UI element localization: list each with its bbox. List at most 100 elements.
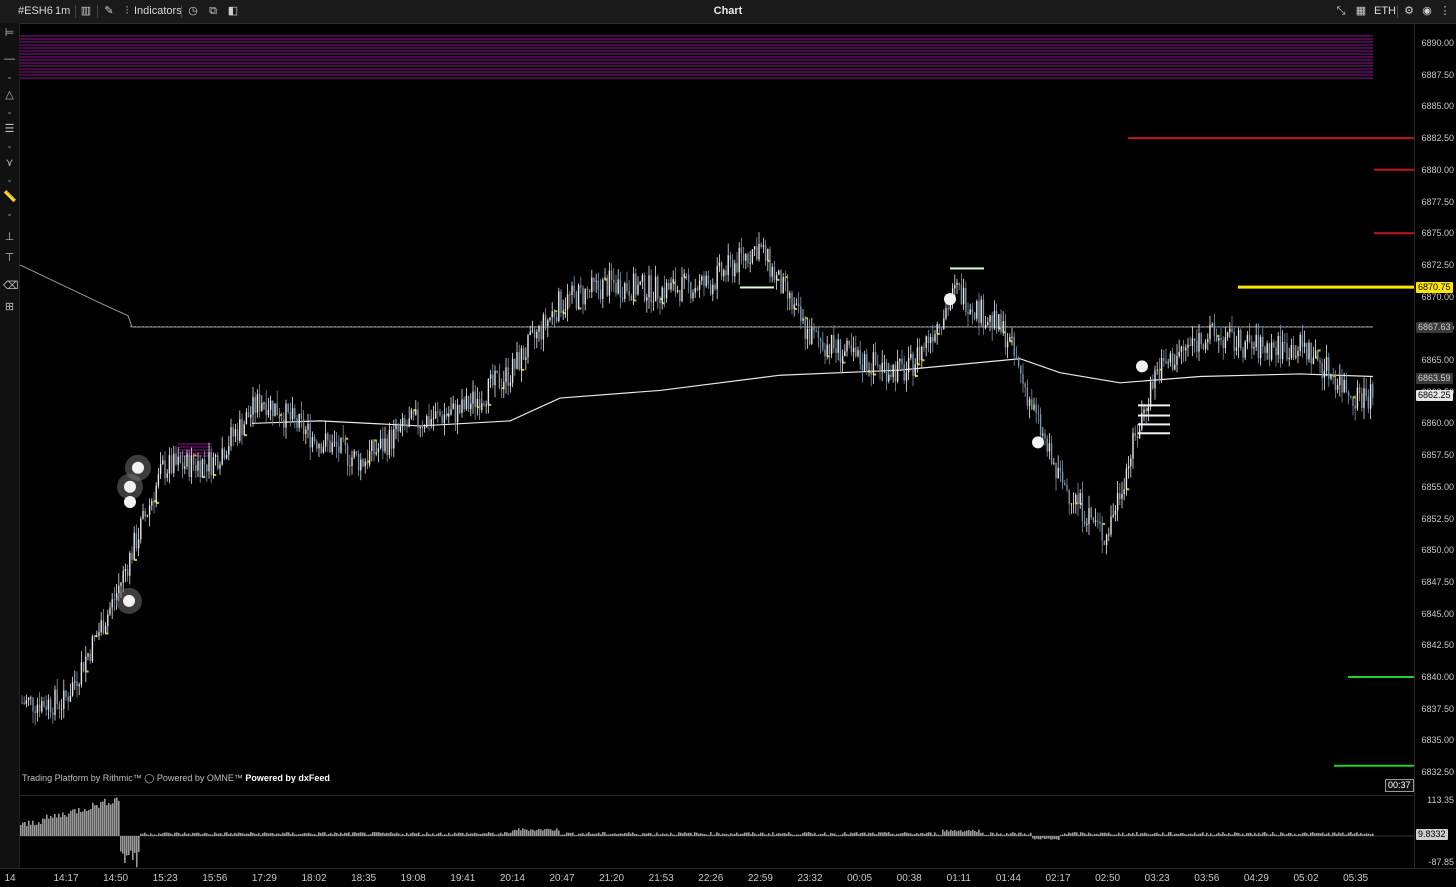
- chevron-down-icon[interactable]: ⌄: [3, 207, 16, 220]
- volume-bar: [122, 836, 124, 854]
- price-tick-label: 6887.50: [1421, 69, 1454, 80]
- volume-bar: [954, 830, 956, 836]
- candle-body: [1347, 392, 1350, 397]
- eraser-tool-icon[interactable]: ⌫: [3, 280, 19, 293]
- camera-icon[interactable]: ◉: [1421, 5, 1433, 17]
- candle-body: [575, 291, 578, 309]
- volume-bar: [670, 832, 672, 836]
- price-tag: 6862.25: [1416, 389, 1453, 401]
- time-axis[interactable]: 14 14:17 14:50 15:23 15:56 17:29 18:02 18:35 19:…: [0, 868, 1456, 887]
- volume-bar: [808, 832, 810, 836]
- object-tree-icon[interactable]: ⊞: [3, 301, 16, 314]
- candle-body: [789, 292, 791, 299]
- candle-body: [137, 539, 140, 549]
- candle-body: [1090, 507, 1092, 518]
- candle-body: [1022, 373, 1024, 384]
- short-position-icon[interactable]: ⊤: [3, 252, 16, 265]
- volume-bar: [974, 830, 976, 836]
- candle-body: [859, 350, 861, 365]
- volume-bar: [296, 834, 298, 836]
- settings-icon[interactable]: ⚙: [1403, 5, 1415, 17]
- volume-bar: [202, 833, 204, 836]
- omne-logo-icon: ◯: [144, 773, 155, 783]
- candle-body: [456, 404, 459, 423]
- volume-axis[interactable]: 113.35 9.8332 -87.85: [1414, 795, 1456, 868]
- more-icon[interactable]: ⋮: [1439, 5, 1451, 17]
- candle-body: [923, 346, 925, 348]
- candle-body: [1354, 405, 1356, 409]
- volume-bar: [1040, 836, 1042, 840]
- volume-bar: [586, 833, 588, 836]
- volume-bar: [286, 832, 288, 836]
- chevron-down-icon[interactable]: ⌄: [3, 139, 16, 152]
- chevron-down-icon[interactable]: ⌄: [3, 70, 16, 83]
- volume-bar: [1128, 832, 1130, 836]
- candle-body: [672, 279, 674, 283]
- volume-bar: [840, 834, 842, 836]
- candle-body: [505, 367, 507, 382]
- candle-body: [443, 414, 446, 424]
- candle-body: [206, 464, 208, 472]
- session-selector[interactable]: ETH: [1374, 5, 1396, 17]
- volume-bar: [838, 834, 840, 836]
- volume-bar: [304, 832, 306, 836]
- volume-bar: [1052, 836, 1054, 840]
- volume-bar: [454, 832, 456, 836]
- candle-body: [782, 277, 784, 294]
- volume-bar: [1238, 833, 1240, 836]
- volume-bar: [806, 832, 808, 836]
- candle-body: [888, 374, 890, 382]
- candle-body: [1224, 337, 1227, 349]
- candle-body: [1200, 333, 1202, 345]
- ruler-tool-icon[interactable]: 📏: [3, 191, 17, 204]
- chevron-down-icon[interactable]: ⌄: [3, 173, 16, 186]
- candle-body: [817, 330, 820, 339]
- pattern-tool-icon[interactable]: ⋎: [3, 157, 16, 170]
- candle-body: [527, 335, 529, 358]
- candle-body: [742, 253, 745, 261]
- volume-bar: [278, 833, 280, 836]
- volume-bar: [1168, 832, 1170, 836]
- candle-body: [650, 275, 652, 303]
- candle-body: [916, 347, 919, 365]
- volume-bar: [1198, 833, 1200, 836]
- time-tick-label: 05:35: [1343, 873, 1369, 884]
- crosshair-tool-icon[interactable]: ⊨: [3, 27, 16, 40]
- price-chart[interactable]: [20, 24, 1414, 794]
- price-axis[interactable]: 6890.00 6887.50 6885.00 6882.50 6880.00 6877.…: [1414, 24, 1456, 794]
- volume-bar: [200, 834, 202, 836]
- candle-body: [606, 277, 608, 296]
- fibonacci-tool-icon[interactable]: ☰: [3, 123, 16, 136]
- calendar-icon[interactable]: ▦: [1355, 5, 1367, 17]
- time-tick-label: 14:50: [103, 873, 129, 884]
- candle-body: [263, 402, 265, 404]
- volume-bar: [1356, 832, 1358, 836]
- volume-bar: [824, 832, 826, 836]
- candle-body: [965, 287, 967, 313]
- collapse-icon[interactable]: ⤡: [1335, 5, 1347, 17]
- candle-body: [241, 419, 243, 436]
- volume-bar: [1250, 832, 1252, 836]
- candle-body: [1319, 360, 1321, 364]
- candle-body: [382, 438, 384, 452]
- candle-body: [1156, 369, 1158, 371]
- volume-bar: [370, 833, 372, 836]
- volume-bar: [940, 834, 942, 836]
- order-block-marker: [740, 286, 774, 289]
- shape-tool-icon[interactable]: △: [3, 89, 16, 102]
- candle-body: [762, 245, 765, 247]
- candle-body: [496, 370, 498, 374]
- candle-body: [1121, 494, 1123, 499]
- volume-bar: [1340, 833, 1342, 836]
- volume-bar: [1228, 833, 1230, 836]
- volume-delta-panel[interactable]: [20, 795, 1414, 869]
- candle-body: [773, 266, 776, 280]
- candle-body: [855, 347, 857, 357]
- line-tool-icon[interactable]: —: [3, 53, 16, 66]
- chevron-down-icon[interactable]: ⌄: [3, 105, 16, 118]
- volume-bar: [178, 832, 180, 836]
- volume-bar: [1100, 832, 1102, 836]
- candle-body: [1163, 358, 1165, 361]
- long-position-icon[interactable]: ⊥: [3, 231, 16, 244]
- candle-body: [472, 391, 474, 404]
